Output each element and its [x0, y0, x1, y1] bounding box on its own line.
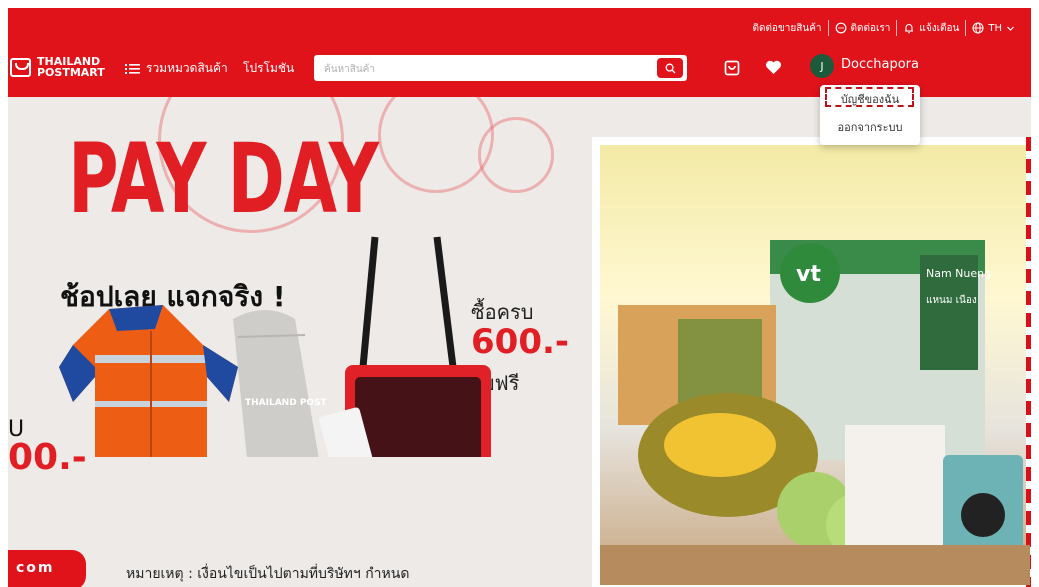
- box-brand: vt: [796, 262, 821, 287]
- com-tag-text: com: [16, 560, 55, 576]
- decorative-circle: [378, 97, 494, 193]
- search-button[interactable]: [657, 58, 683, 78]
- contact-link[interactable]: ติดต่อเรา: [829, 21, 897, 36]
- logo-line2: POSTMART: [37, 66, 105, 79]
- promo-products-illustration: THAILAND POST: [59, 236, 491, 457]
- wishlist-button[interactable]: [765, 60, 782, 79]
- cart-icon: [724, 60, 740, 76]
- sell-with-us-label: ติดต่อขายสินค้า: [752, 22, 822, 34]
- search-icon: [665, 63, 675, 73]
- logo-text: THAILAND POSTMART: [37, 56, 105, 78]
- language-label: TH: [988, 22, 1002, 34]
- bell-icon: [905, 24, 914, 34]
- contact-label: ติดต่อเรา: [850, 22, 891, 34]
- menu-icon: [125, 63, 140, 74]
- header: ติดต่อขายสินค้า ติดต่อเรา แจ้งเตือน TH T…: [8, 8, 1031, 97]
- logout-menu-item[interactable]: ออกจากระบบ: [820, 118, 920, 136]
- all-categories-link[interactable]: รวมหมวดสินค้า: [125, 59, 228, 78]
- heart-icon: [765, 60, 782, 74]
- hero-banner[interactable]: PAY DAY ช้อปเลย แจกจริง ! ซื้อครบ 600.- …: [8, 97, 1031, 587]
- avatar-initial: J: [820, 59, 824, 73]
- cart-button[interactable]: [724, 60, 740, 80]
- bag-image: [319, 236, 491, 457]
- page: ติดต่อขายสินค้า ติดต่อเรา แจ้งเตือน TH T…: [8, 8, 1031, 587]
- payday-headline: PAY DAY: [68, 123, 379, 235]
- username[interactable]: Docchapora: [841, 57, 919, 72]
- food-products-illustration: vt Nam Nueng แหนม เนือง: [600, 240, 1030, 585]
- promotions-label: โปรโมชัน: [243, 61, 295, 75]
- box-label: Nam Nueng: [926, 267, 991, 280]
- search-box: [314, 55, 687, 83]
- all-categories-label: รวมหมวดสินค้า: [146, 61, 228, 75]
- decorative-circle: [478, 117, 554, 193]
- jacket-image: [59, 305, 238, 457]
- notification-label: แจ้งเตือน: [919, 22, 960, 34]
- search-input[interactable]: [322, 55, 646, 83]
- globe-icon: [972, 22, 984, 34]
- notification-link[interactable]: แจ้งเตือน: [897, 21, 965, 36]
- product-bag-image: [845, 425, 945, 555]
- chevron-down-icon: [1007, 26, 1014, 31]
- box-label-th: แหนม เนือง: [926, 294, 977, 306]
- logo[interactable]: THAILAND POSTMART: [10, 56, 105, 78]
- chat-icon: [835, 22, 846, 34]
- top-bar: ติดต่อขายสินค้า ติดต่อเรา แจ้งเตือน TH: [746, 8, 1021, 48]
- towel-logo: THAILAND POST: [245, 398, 328, 408]
- sell-with-us-link[interactable]: ติดต่อขายสินค้า: [746, 21, 827, 36]
- my-account-menu-item[interactable]: บัญชีของฉัน: [820, 90, 920, 108]
- avatar[interactable]: J: [810, 54, 834, 78]
- promotions-link[interactable]: โปรโมชัน: [243, 59, 294, 78]
- account-dropdown: บัญชีของฉัน ออกจากระบบ: [820, 85, 920, 145]
- towel-image: THAILAND POST: [233, 310, 328, 457]
- logo-bag-icon: [10, 57, 31, 77]
- language-selector[interactable]: TH: [966, 22, 1021, 34]
- terms-note: หมายเหตุ : เงื่อนไขเป็นไปตามที่บริษัทฯ ก…: [126, 566, 410, 582]
